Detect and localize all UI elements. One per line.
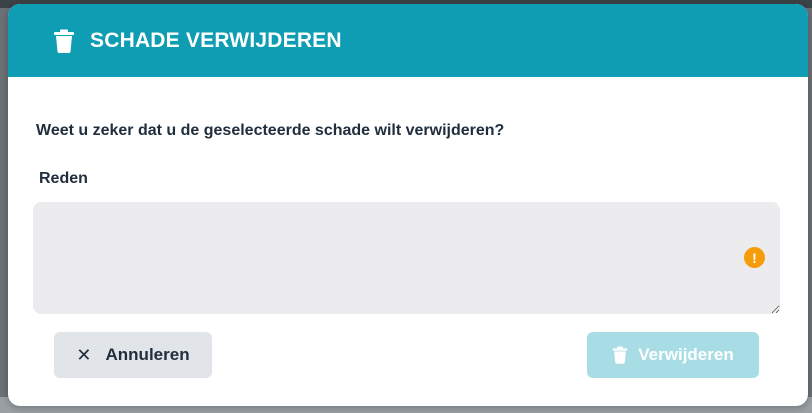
reason-field: !	[33, 202, 780, 314]
cancel-button-label: Annuleren	[105, 345, 190, 364]
trash-icon	[53, 29, 75, 53]
close-icon: ✕	[76, 344, 92, 365]
confirmation-question: Weet u zeker dat u de geselecteerde scha…	[36, 122, 505, 139]
reason-textarea[interactable]	[33, 202, 780, 314]
trash-icon	[612, 346, 628, 364]
reason-label: Reden	[39, 170, 88, 187]
delete-damage-dialog: SCHADE VERWIJDEREN Weet u zeker dat u de…	[8, 4, 808, 406]
delete-button[interactable]: Verwijderen	[587, 332, 759, 378]
dialog-footer: ✕ Annuleren Verwijderen	[8, 332, 808, 378]
dialog-header: SCHADE VERWIJDEREN	[8, 4, 808, 77]
delete-button-label: Verwijderen	[638, 345, 734, 364]
dialog-title: SCHADE VERWIJDEREN	[90, 28, 342, 52]
cancel-button[interactable]: ✕ Annuleren	[54, 332, 212, 378]
dialog-body: Weet u zeker dat u de geselecteerde scha…	[8, 122, 808, 314]
